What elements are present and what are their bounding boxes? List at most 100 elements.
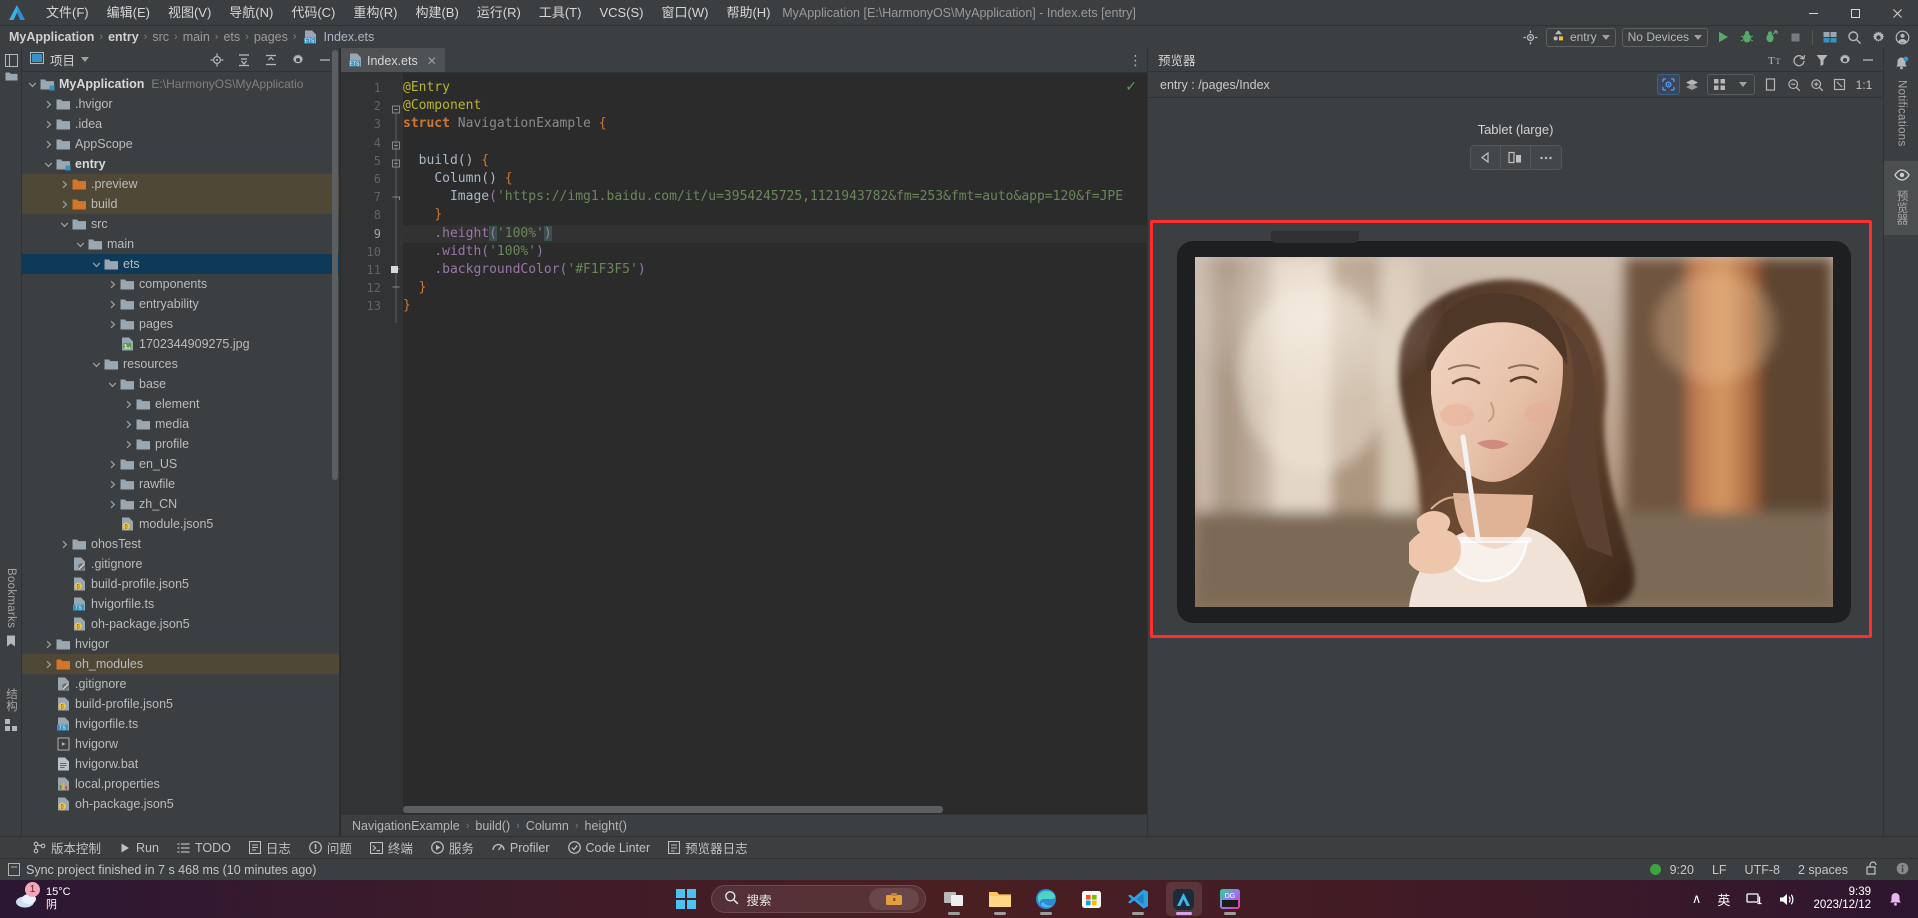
tree-node-profile[interactable]: profile	[22, 434, 339, 454]
tree-node-hvigorfile.ts[interactable]: TS hvigorfile.ts	[22, 714, 339, 734]
zoom-in-icon[interactable]	[1805, 74, 1828, 95]
inspection-status-icon[interactable]: ✓	[1125, 78, 1137, 95]
gear-icon[interactable]	[1833, 49, 1856, 70]
menu-refactor[interactable]: 重构(R)	[344, 2, 406, 24]
menu-view[interactable]: 视图(V)	[159, 2, 220, 24]
breadcrumb-main[interactable]: main	[180, 30, 213, 44]
unlocked-icon[interactable]	[1857, 861, 1887, 878]
breadcrumb-pages[interactable]: pages	[251, 30, 291, 44]
tree-expand-arrow[interactable]	[58, 220, 71, 229]
menu-run[interactable]: 运行(R)	[468, 2, 530, 24]
tree-node-oh-package.json5[interactable]: {} oh-package.json5	[22, 614, 339, 634]
chevron-down-icon[interactable]	[81, 57, 90, 62]
menu-vcs[interactable]: VCS(S)	[590, 2, 652, 24]
menu-file[interactable]: 文件(F)	[37, 2, 98, 24]
filter-icon[interactable]	[1810, 49, 1833, 70]
editor-more-actions-button[interactable]: ⋮	[1125, 48, 1147, 72]
tree-node-pages[interactable]: pages	[22, 314, 339, 334]
chevron-down-icon[interactable]	[1731, 74, 1754, 95]
tree-expand-arrow[interactable]	[42, 120, 55, 129]
tree-expand-arrow[interactable]	[74, 240, 87, 249]
datagrip-icon[interactable]: DG	[1212, 882, 1248, 916]
previewer-tool-button[interactable]: 预览器	[1884, 160, 1918, 235]
menu-navigate[interactable]: 导航(N)	[220, 2, 282, 24]
breadcrumb-myapplication[interactable]: MyApplication	[6, 30, 97, 44]
tree-node-rawfile[interactable]: rawfile	[22, 474, 339, 494]
settings-sync-icon[interactable]	[1519, 27, 1543, 47]
collapse-all-icon[interactable]	[260, 50, 281, 70]
tree-node-ohostest[interactable]: ohosTest	[22, 534, 339, 554]
account-icon[interactable]	[1890, 27, 1914, 47]
notification-bell-icon[interactable]	[1881, 887, 1910, 911]
menu-tools[interactable]: 工具(T)	[530, 2, 591, 24]
tree-expand-arrow[interactable]	[42, 660, 55, 669]
ime-indicator[interactable]: 英	[1710, 886, 1737, 913]
tree-expand-arrow[interactable]	[106, 280, 119, 289]
edge-icon[interactable]	[1028, 882, 1064, 916]
breadcrumb-ets[interactable]: ets	[220, 30, 243, 44]
editor-gutter[interactable]: 1 2 3 4 5 6 7 8 9 10 11 12 13	[341, 73, 389, 814]
taskview-icon[interactable]	[936, 882, 972, 916]
inspector-icon[interactable]	[1657, 74, 1680, 95]
tree-node-base[interactable]: base	[22, 374, 339, 394]
tool-code-linter[interactable]: Code Linter	[559, 837, 660, 859]
tree-node-zh_cn[interactable]: zh_CN	[22, 494, 339, 514]
breadcrumb-indexets[interactable]: Index.ets	[321, 30, 378, 44]
notifications-tool-button[interactable]: Notifications	[1884, 48, 1918, 147]
editor-breadcrumb-column[interactable]: Column	[523, 819, 572, 833]
multi-device-icon[interactable]	[1501, 146, 1532, 169]
tree-node-.hvigor[interactable]: .hvigor	[22, 94, 339, 114]
fit-icon[interactable]	[1828, 74, 1851, 95]
tree-expand-arrow[interactable]	[90, 360, 103, 369]
actual-size-button[interactable]: 1:1	[1851, 74, 1877, 95]
tree-expand-arrow[interactable]	[106, 320, 119, 329]
tree-expand-arrow[interactable]	[90, 260, 103, 269]
tree-node-.gitignore[interactable]: .gitignore	[22, 674, 339, 694]
tree-node-oh-package.json5[interactable]: {} oh-package.json5	[22, 794, 339, 814]
tree-node-module.json5[interactable]: {} module.json5	[22, 514, 339, 534]
editor-breadcrumb-struct[interactable]: NavigationExample	[349, 819, 463, 833]
editor-fold-column[interactable]	[389, 73, 403, 814]
tree-expand-arrow[interactable]	[122, 400, 135, 409]
editor-breadcrumb-height[interactable]: height()	[582, 819, 630, 833]
tree-expand-arrow[interactable]	[122, 420, 135, 429]
tree-node-hvigorfile.ts[interactable]: TS hvigorfile.ts	[22, 594, 339, 614]
profile-button[interactable]	[1759, 27, 1783, 47]
code-editor[interactable]: 1 2 3 4 5 6 7 8 9 10 11 12 13 ✓ @Entry @Component st…	[341, 73, 1147, 814]
tree-expand-arrow[interactable]	[42, 140, 55, 149]
menu-build[interactable]: 构建(B)	[406, 2, 467, 24]
taskbar-search[interactable]: 搜索	[710, 885, 926, 913]
menu-help[interactable]: 帮助(H)	[717, 2, 779, 24]
locate-icon[interactable]	[206, 50, 227, 70]
tray-chevron-icon[interactable]: ∧	[1685, 887, 1709, 911]
tree-node-hvigorw[interactable]: hvigorw	[22, 734, 339, 754]
device-selector[interactable]: No Devices	[1621, 27, 1708, 47]
project-tool-icon[interactable]	[0, 48, 22, 67]
file-encoding[interactable]: UTF-8	[1736, 863, 1789, 877]
project-tree[interactable]: MyApplication E:\HarmonyOS\MyApplicatio .h…	[22, 72, 339, 836]
tree-node-element[interactable]: element	[22, 394, 339, 414]
expand-all-icon[interactable]	[233, 50, 254, 70]
tree-node-entry[interactable]: entry	[22, 154, 339, 174]
window-minimize-button[interactable]	[1792, 0, 1834, 26]
info-icon[interactable]	[1887, 862, 1918, 878]
tree-node-media[interactable]: media	[22, 414, 339, 434]
editor-horizontal-scrollbar[interactable]	[403, 806, 943, 813]
refresh-icon[interactable]	[1787, 49, 1810, 70]
menu-code[interactable]: 代码(C)	[282, 2, 344, 24]
breadcrumb-src[interactable]: src	[149, 30, 172, 44]
tree-expand-arrow[interactable]	[58, 200, 71, 209]
tool-terminal[interactable]: 终端	[361, 837, 422, 859]
tool-version-control[interactable]: 版本控制	[24, 837, 110, 859]
menu-window[interactable]: 窗口(W)	[653, 2, 718, 24]
search-highlight-icon[interactable]	[868, 888, 919, 910]
tree-expand-arrow[interactable]	[106, 480, 119, 489]
tree-node-build-profile.json5[interactable]: {} build-profile.json5	[22, 694, 339, 714]
network-icon[interactable]	[1739, 888, 1770, 911]
tree-node-build[interactable]: build	[22, 194, 339, 214]
tool-services[interactable]: 服务	[422, 837, 483, 859]
tree-node-1702344909275.jpg[interactable]: 1702344909275.jpg	[22, 334, 339, 354]
tree-node-local.properties[interactable]: local.properties	[22, 774, 339, 794]
indent-setting[interactable]: 2 spaces	[1789, 863, 1857, 877]
tree-node-hvigor[interactable]: hvigor	[22, 634, 339, 654]
